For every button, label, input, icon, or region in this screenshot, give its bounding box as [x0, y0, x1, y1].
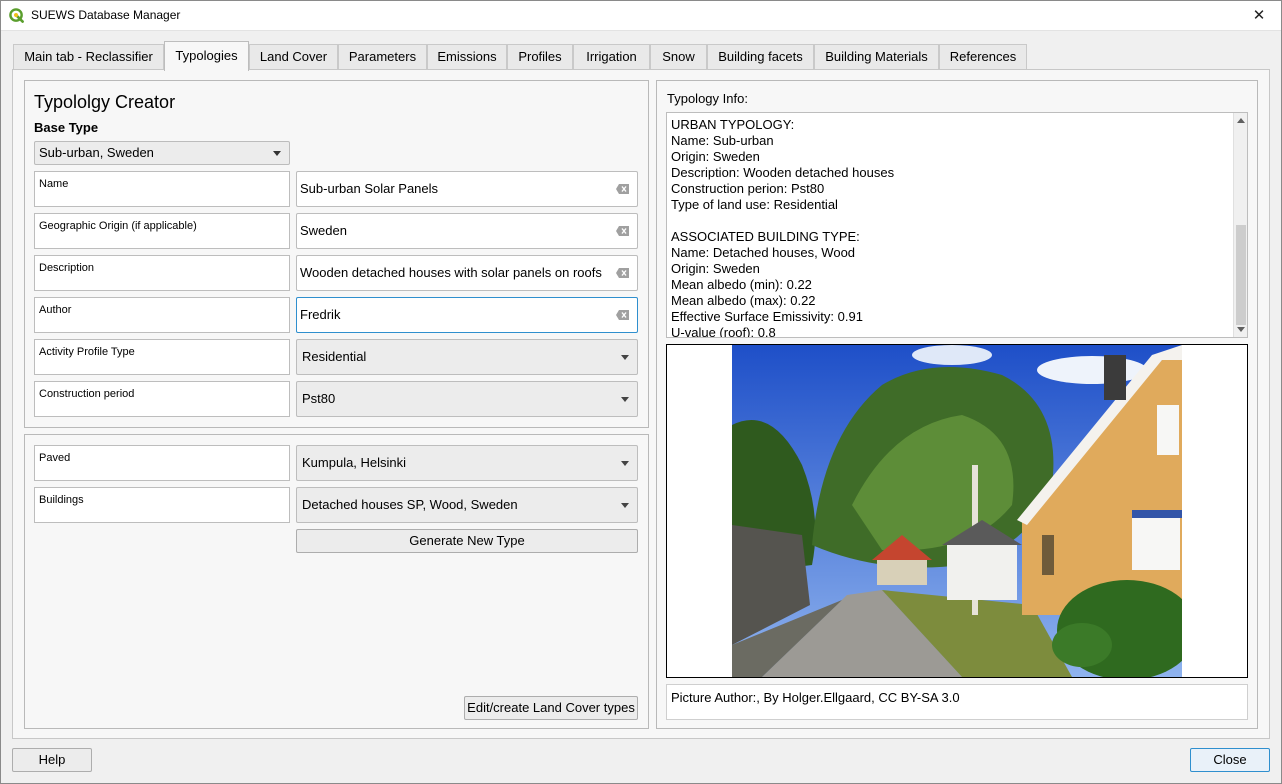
typology-creator-group [24, 80, 649, 428]
paved-value: Kumpula, Helsinki [302, 455, 407, 470]
info-line: U-value (roof): 0.8 [671, 325, 776, 338]
qgis-icon [9, 8, 24, 23]
activity-profile-value: Residential [302, 349, 367, 364]
info-line: URBAN TYPOLOGY: [671, 117, 795, 132]
tab-main-reclassifier[interactable]: Main tab - Reclassifier [13, 44, 164, 70]
clear-icon[interactable] [616, 226, 629, 236]
typology-photo-frame [666, 344, 1248, 678]
description-value: Wooden detached houses with solar panels… [300, 265, 602, 280]
info-line: Origin: Sweden [671, 261, 760, 276]
chevron-down-icon [621, 397, 629, 402]
scroll-down-icon[interactable] [1237, 327, 1245, 332]
author-input[interactable]: Fredrik [296, 297, 638, 333]
generate-new-type-button[interactable]: Generate New Type [296, 529, 638, 553]
info-line: Mean albedo (max): 0.22 [671, 293, 816, 308]
creator-heading: Typololgy Creator [34, 92, 176, 112]
activity-profile-select[interactable]: Residential [296, 339, 638, 375]
info-line: Name: Sub-urban [671, 133, 774, 148]
description-label: Description [34, 255, 290, 291]
name-label: Name [34, 171, 290, 207]
info-line: Effective Surface Emissivity: 0.91 [671, 309, 863, 324]
window-title: SUEWS Database Manager [31, 8, 181, 22]
construction-period-value: Pst80 [302, 391, 336, 406]
description-input[interactable]: Wooden detached houses with solar panels… [296, 255, 638, 291]
info-line: Origin: Sweden [671, 149, 760, 164]
name-input[interactable]: Sub-urban Solar Panels [296, 171, 638, 207]
tab-typologies[interactable]: Typologies [164, 41, 249, 71]
clear-icon[interactable] [616, 268, 629, 278]
typology-info-textbox[interactable]: URBAN TYPOLOGY: Name: Sub-urban Origin: … [666, 112, 1248, 338]
info-line [671, 213, 1231, 229]
paved-select[interactable]: Kumpula, Helsinki [296, 445, 638, 481]
tab-building-facets[interactable]: Building facets [707, 44, 814, 70]
info-line: Mean albedo (min): 0.22 [671, 277, 812, 292]
info-line: ASSOCIATED BUILDING TYPE: [671, 229, 860, 244]
typology-info-text: URBAN TYPOLOGY: Name: Sub-urban Origin: … [671, 117, 1231, 338]
base-type-label: Base Type [34, 120, 99, 135]
typology-info-label: Typology Info: [667, 91, 748, 106]
buildings-select[interactable]: Detached houses SP, Wood, Sweden [296, 487, 638, 523]
buildings-value: Detached houses SP, Wood, Sweden [302, 497, 518, 512]
help-button[interactable]: Help [12, 748, 92, 772]
author-label: Author [34, 297, 290, 333]
tab-references[interactable]: References [939, 44, 1027, 70]
tab-irrigation[interactable]: Irrigation [573, 44, 650, 70]
info-line: Description: Wooden detached houses [671, 165, 895, 180]
buildings-label: Buildings [34, 487, 290, 523]
tab-snow[interactable]: Snow [650, 44, 707, 70]
author-value: Fredrik [300, 307, 341, 322]
construction-period-label: Construction period [34, 381, 290, 417]
chevron-down-icon [621, 461, 629, 466]
construction-period-select[interactable]: Pst80 [296, 381, 638, 417]
chevron-down-icon [621, 503, 629, 508]
title-bar: SUEWS Database Manager ✕ [0, 0, 1282, 31]
chevron-down-icon [273, 151, 281, 156]
close-button[interactable]: Close [1190, 748, 1270, 772]
base-type-value: Sub-urban, Sweden [39, 145, 154, 160]
clear-icon[interactable] [616, 310, 629, 320]
info-line: Name: Detached houses, Wood [671, 245, 856, 260]
activity-profile-label: Activity Profile Type [34, 339, 290, 375]
tab-parameters[interactable]: Parameters [338, 44, 427, 70]
tab-profiles[interactable]: Profiles [507, 44, 573, 70]
tab-emissions[interactable]: Emissions [427, 44, 507, 70]
info-line: Construction perion: Pst80 [671, 181, 825, 196]
chevron-down-icon [621, 355, 629, 360]
scroll-thumb[interactable] [1236, 225, 1246, 325]
window-close-icon[interactable]: ✕ [1236, 0, 1282, 31]
picture-author-text: Picture Author:, By Holger.Ellgaard, CC … [666, 684, 1248, 720]
tab-building-materials[interactable]: Building Materials [814, 44, 939, 70]
name-value: Sub-urban Solar Panels [300, 181, 439, 196]
edit-land-cover-types-button[interactable]: Edit/create Land Cover types [464, 696, 638, 720]
tab-land-cover[interactable]: Land Cover [249, 44, 338, 70]
clear-icon[interactable] [616, 184, 629, 194]
geographic-origin-label: Geographic Origin (if applicable) [34, 213, 290, 249]
scroll-up-icon[interactable] [1237, 118, 1245, 123]
typology-photo [732, 345, 1182, 677]
paved-label: Paved [34, 445, 290, 481]
base-type-select[interactable]: Sub-urban, Sweden [34, 141, 290, 165]
info-scrollbar[interactable] [1233, 113, 1247, 337]
geographic-origin-input[interactable]: Sweden [296, 213, 638, 249]
geographic-origin-value: Sweden [300, 223, 347, 238]
info-line: Type of land use: Residential [671, 197, 838, 212]
